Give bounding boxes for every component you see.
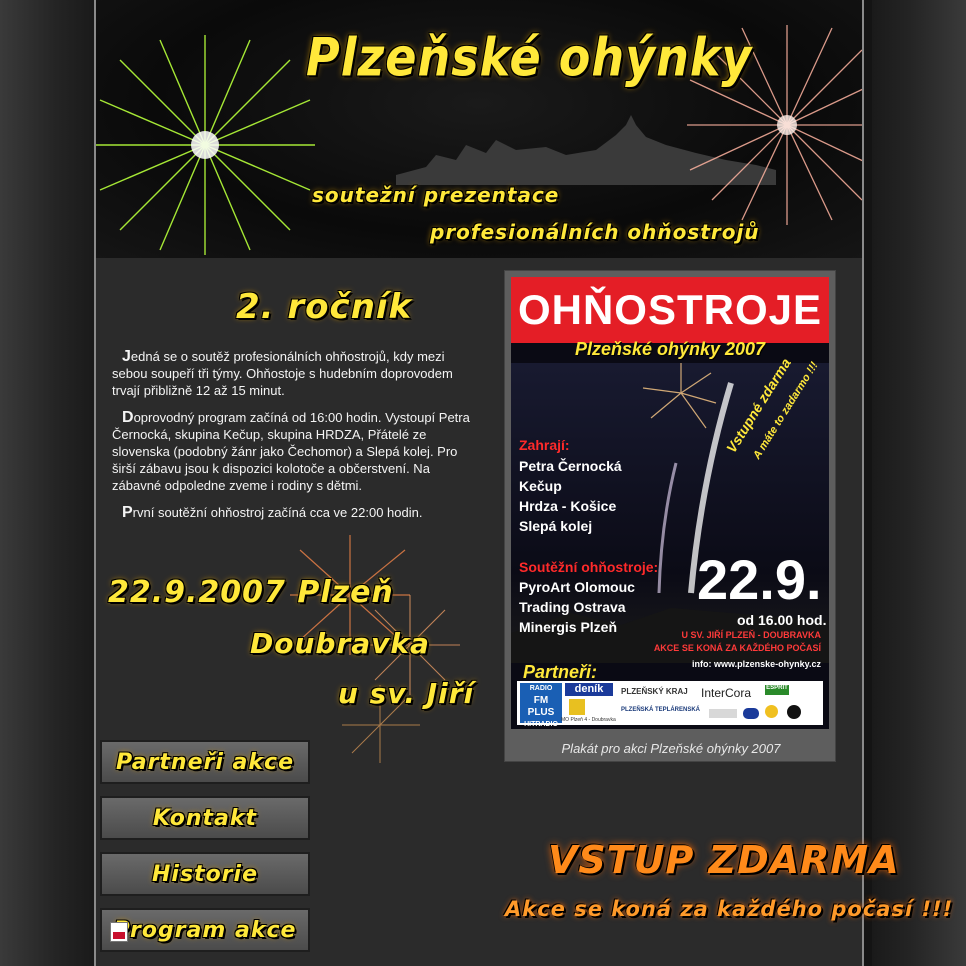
paragraph-text: oprovodný program začíná od 16:00 hodin.…: [112, 410, 470, 493]
paragraph: Doprovodný program začíná od 16:00 hodin…: [112, 409, 470, 494]
background-right: [872, 0, 966, 966]
poster-partner-logos: RADIO FM PLUS HITRADIO deník MO Plzeň 4 …: [517, 681, 823, 728]
poster-location: U SV. JIŘÍ PLZEŇ - DOUBRAVKA: [681, 630, 821, 640]
tagline-line2: profesionálních ohňostrojů: [430, 220, 760, 244]
kraj-logo: PLZEŇSKÝ KRAJ: [621, 687, 688, 696]
paragraph: První soutěžní ohňostroj začíná cca ve 2…: [112, 504, 470, 521]
poster-competitor: Minergis Plzeň: [519, 619, 618, 635]
poster-performer: Hrdza - Košice: [519, 498, 617, 514]
weather-notice: Akce se koná za každého počasí !!!: [505, 897, 954, 921]
event-poster-image[interactable]: OHŇOSTROJE Plzeňské ohýnky 2007 Vstupné …: [511, 277, 829, 729]
logo-text: HITRADIO: [524, 721, 558, 728]
tagline-line1: soutežní prezentace: [312, 183, 560, 207]
intercora-logo: InterCora: [701, 686, 752, 700]
radio-logo: RADIO FM PLUS HITRADIO: [520, 683, 562, 728]
nav-label: Program akce: [113, 917, 297, 943]
mo-logo: MO Plzeň 4 - Doubravka: [561, 717, 616, 723]
nav-label: Partneři akce: [116, 749, 294, 775]
poster-competitor: Trading Ostrava: [519, 599, 626, 615]
edition-heading: 2. ročník: [236, 287, 413, 327]
logo-text: FM PLUS: [527, 695, 555, 718]
poster-competitors-label: Soutěžní ohňostroje:: [519, 559, 659, 575]
esprit-logo: ESPRIT: [765, 685, 789, 695]
poster-performers-label: Zahrají:: [519, 437, 570, 453]
free-entry-headline: VSTUP ZDARMA: [548, 838, 900, 882]
intro-text: Jedná se o soutěž profesionálních ohňost…: [112, 348, 470, 531]
sponsor-logo: [765, 705, 778, 718]
sponsor-logo: [709, 709, 737, 718]
cd-logo: [743, 708, 759, 719]
poster-time: od 16.00 hod.: [737, 612, 827, 628]
event-venue: u sv. Jiří: [338, 677, 475, 710]
nav-partneri-akce-button[interactable]: Partneři akce: [100, 740, 310, 784]
nav-label: Historie: [152, 861, 258, 887]
poster-performer: Petra Černocká: [519, 458, 622, 474]
green-firework-image: [96, 35, 315, 255]
poster-performer: Slepá kolej: [519, 518, 593, 534]
drop-cap: P: [122, 504, 133, 521]
nav-kontakt-button[interactable]: Kontakt: [100, 796, 310, 840]
poster-banner: OHŇOSTROJE: [511, 277, 829, 343]
event-district: Doubravka: [250, 627, 430, 660]
mo-crest-icon: [569, 699, 585, 715]
paragraph-text: rvní soutěžní ohňostroj začíná cca ve 22…: [132, 505, 423, 520]
nav-historie-button[interactable]: Historie: [100, 852, 310, 896]
poster-partners-label: Partneři:: [523, 662, 598, 682]
background-left: [0, 0, 94, 966]
poster-date: 22.9.: [697, 548, 822, 611]
sponsor-logo: [787, 705, 801, 719]
drop-cap: D: [122, 409, 134, 426]
poster-weather-note: AKCE SE KONÁ ZA KAŽDÉHO POČASÍ: [653, 643, 821, 653]
paragraph: Jedná se o soutěž profesionálních ohňost…: [112, 348, 470, 399]
nav-program-akce-button[interactable]: Program akce: [100, 908, 310, 952]
drop-cap: J: [122, 348, 131, 365]
poster-box: OHŇOSTROJE Plzeňské ohýnky 2007 Vstupné …: [504, 270, 836, 762]
paragraph-text: edná se o soutěž profesionálních ohňostr…: [112, 349, 453, 398]
pdf-icon: [110, 922, 128, 942]
poster-info-url: info: www.plzenske-ohynky.cz: [691, 659, 821, 669]
denik-logo: deník: [565, 683, 613, 696]
event-date-location: 22.9.2007 Plzeň: [108, 575, 394, 610]
logo-text: RADIO: [529, 685, 553, 692]
poster-caption: Plakát pro akci Plzeňské ohýnky 2007: [561, 741, 781, 756]
poster-competitor: PyroArt Olomouc: [519, 579, 635, 595]
nav-label: Kontakt: [152, 805, 258, 831]
teplarenska-logo: PLZEŇSKÁ TEPLÁRENSKÁ: [621, 707, 701, 713]
poster-performer: Kečup: [519, 478, 562, 494]
site-title: Plzeňské ohýnky: [306, 25, 753, 89]
